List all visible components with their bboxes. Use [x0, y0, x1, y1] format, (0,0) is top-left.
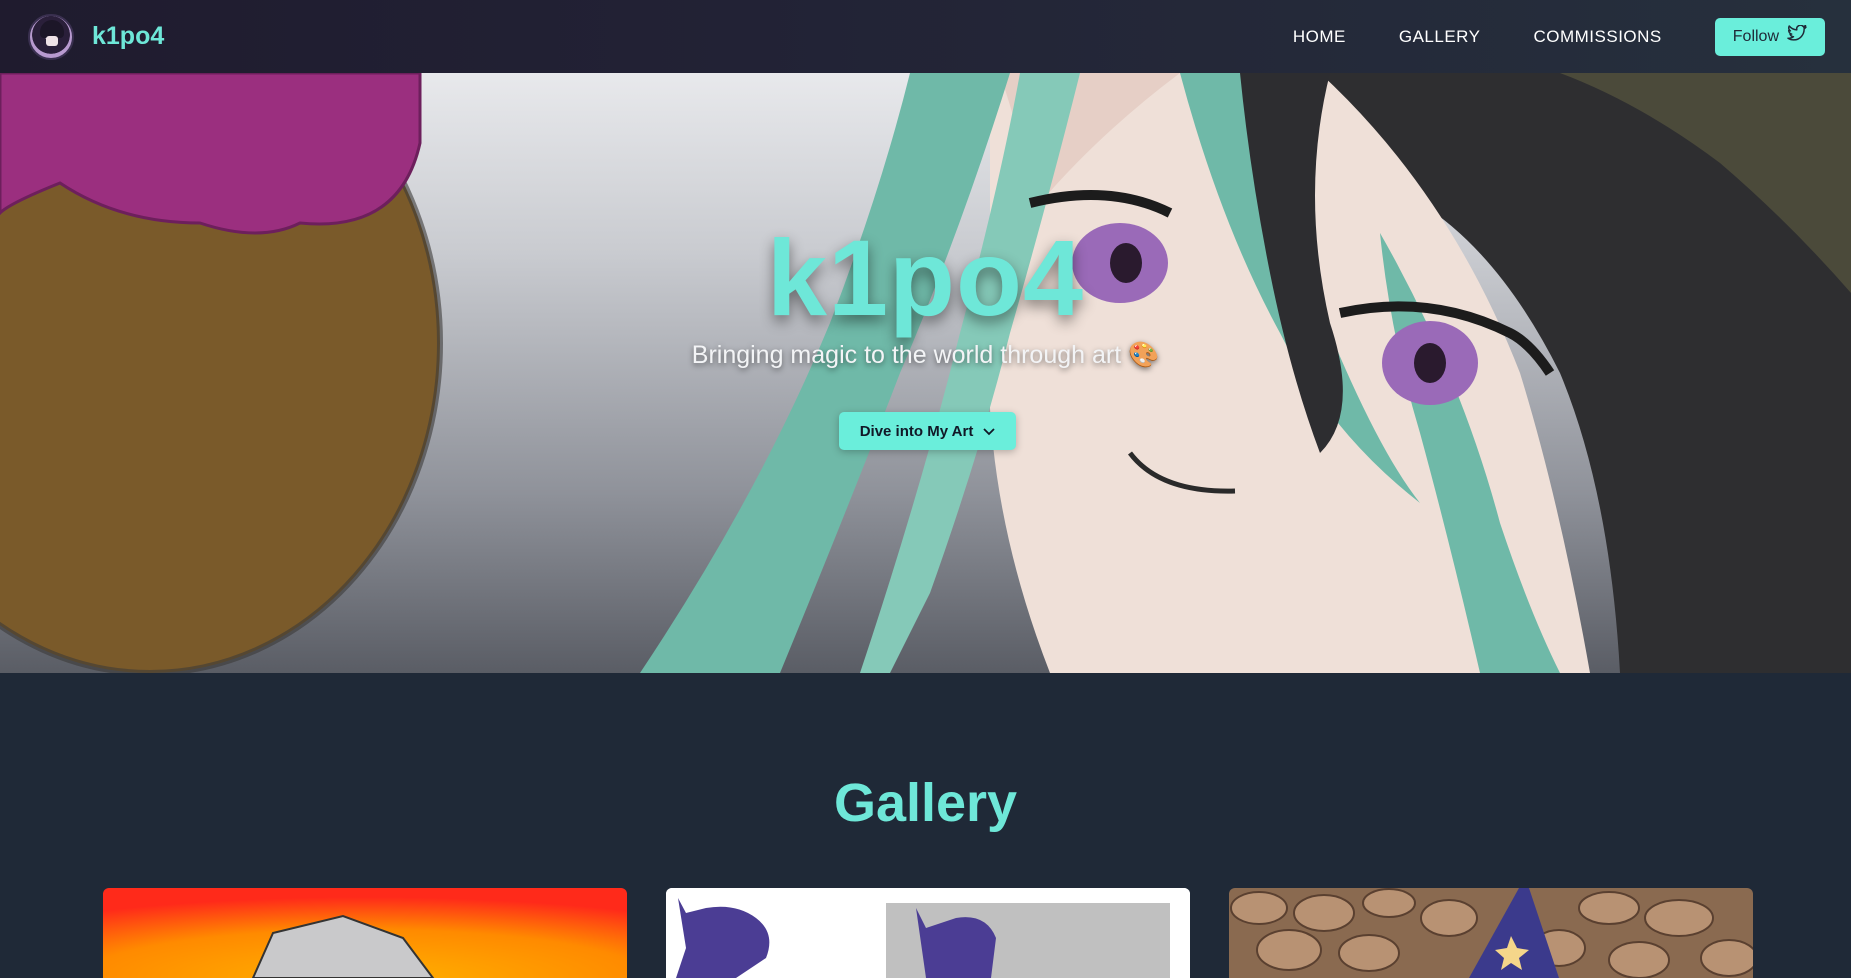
brand[interactable]: k1po4: [28, 13, 165, 60]
nav-link-commissions[interactable]: COMMISSIONS: [1533, 27, 1661, 47]
gallery-title: Gallery: [833, 773, 1018, 833]
twitter-bird-icon: [1787, 24, 1807, 48]
follow-label: Follow: [1732, 27, 1779, 45]
avatar: [28, 13, 74, 60]
hero-subtitle: Bringing magic to the world through art …: [691, 341, 1160, 369]
dive-into-art-label: Dive into My Art: [859, 422, 974, 440]
hero-title: k1po4: [766, 217, 1085, 338]
brand-name: k1po4: [92, 22, 165, 50]
follow-button[interactable]: Follow: [1714, 17, 1825, 56]
dive-into-art-button[interactable]: Dive into My Art: [839, 412, 1016, 450]
chevron-down-icon: [983, 423, 995, 440]
hero-section: k1po4 Bringing magic to the world throug…: [0, 73, 1851, 673]
hero-background-artwork: [0, 73, 1851, 673]
nav-links: HOME GALLERY COMMISSIONS Follow: [1293, 17, 1851, 56]
nav-link-home[interactable]: HOME: [1293, 27, 1346, 47]
nav-link-gallery[interactable]: GALLERY: [1399, 27, 1481, 47]
top-navbar: k1po4 HOME GALLERY COMMISSIONS Follow: [0, 0, 1851, 73]
